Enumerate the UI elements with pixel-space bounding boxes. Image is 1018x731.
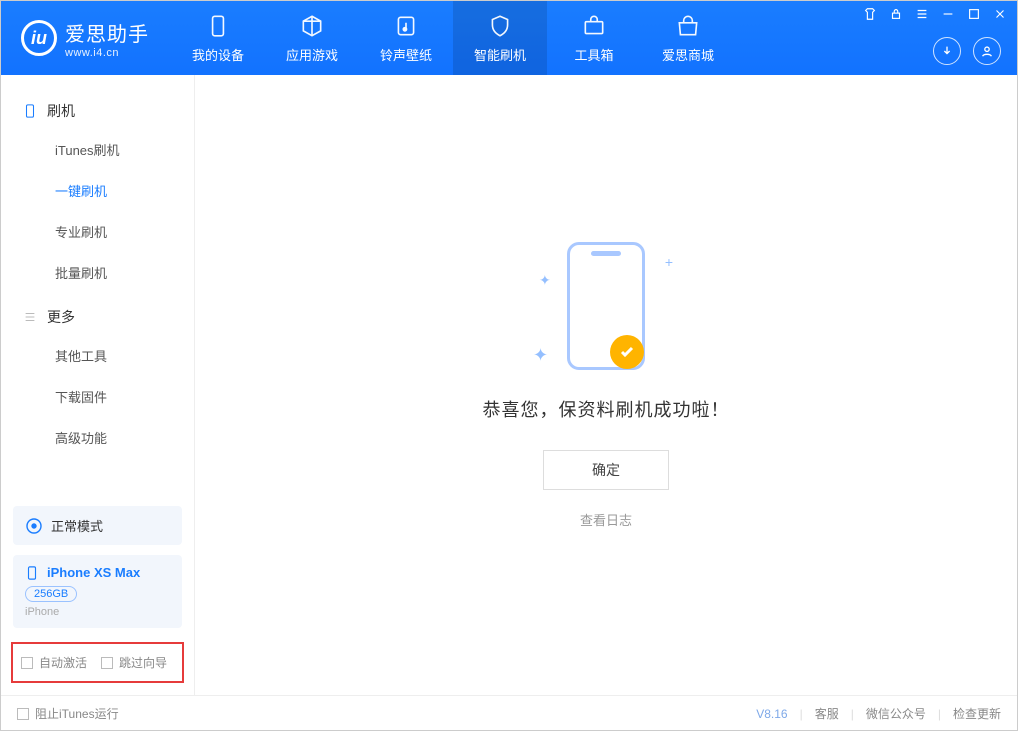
sparkle-icon: ✦ bbox=[533, 345, 548, 366]
sidebar-group-more: 更多 bbox=[1, 299, 194, 335]
main-nav: 我的设备 应用游戏 铃声壁纸 智能刷机 工具箱 爱思商城 bbox=[171, 1, 735, 75]
checkbox-icon bbox=[101, 657, 113, 669]
minimize-button[interactable] bbox=[941, 7, 955, 21]
mode-card[interactable]: 正常模式 bbox=[13, 506, 182, 545]
device-type: iPhone bbox=[25, 606, 170, 618]
phone-outline-icon bbox=[23, 104, 37, 118]
menu-icon[interactable] bbox=[915, 7, 929, 21]
close-button[interactable] bbox=[993, 7, 1007, 21]
checkbox-label: 自动激活 bbox=[39, 654, 87, 671]
version-label: V8.16 bbox=[756, 707, 787, 721]
phone-icon bbox=[205, 13, 231, 39]
device-name: iPhone XS Max bbox=[47, 565, 140, 580]
sparkle-icon: ✦ bbox=[539, 272, 551, 289]
nav-ringtones[interactable]: 铃声壁纸 bbox=[359, 1, 453, 75]
nav-my-device[interactable]: 我的设备 bbox=[171, 1, 265, 75]
toolbox-icon bbox=[581, 13, 607, 39]
checkbox-block-itunes[interactable]: 阻止iTunes运行 bbox=[17, 705, 119, 722]
app-name: 爱思助手 bbox=[65, 18, 149, 47]
sidebar-group-flash: 刷机 bbox=[1, 93, 194, 129]
list-icon bbox=[23, 310, 37, 324]
sidebar-group-title: 刷机 bbox=[47, 101, 75, 121]
sidebar-item-advanced[interactable]: 高级功能 bbox=[1, 417, 194, 458]
nav-label: 爱思商城 bbox=[662, 45, 714, 64]
store-icon bbox=[675, 13, 701, 39]
download-button[interactable] bbox=[933, 37, 961, 65]
titlebar: iu 爱思助手 www.i4.cn 我的设备 应用游戏 铃声壁纸 智能刷机 工具… bbox=[1, 1, 1017, 75]
window-controls bbox=[863, 7, 1007, 21]
nav-label: 铃声壁纸 bbox=[380, 45, 432, 64]
lock-icon[interactable] bbox=[889, 7, 903, 21]
view-log-link[interactable]: 查看日志 bbox=[580, 510, 632, 529]
nav-toolbox[interactable]: 工具箱 bbox=[547, 1, 641, 75]
nav-store[interactable]: 爱思商城 bbox=[641, 1, 735, 75]
sidebar: 刷机 iTunes刷机 一键刷机 专业刷机 批量刷机 更多 其他工具 下载固件 … bbox=[1, 75, 195, 695]
logo-icon: iu bbox=[21, 20, 57, 56]
device-card[interactable]: iPhone XS Max 256GB iPhone bbox=[13, 555, 182, 628]
sidebar-item-itunes-flash[interactable]: iTunes刷机 bbox=[1, 129, 194, 170]
ok-button[interactable]: 确定 bbox=[543, 450, 669, 490]
sidebar-item-pro-flash[interactable]: 专业刷机 bbox=[1, 211, 194, 252]
nav-label: 工具箱 bbox=[574, 45, 613, 64]
shield-icon bbox=[487, 13, 513, 39]
app-url: www.i4.cn bbox=[65, 47, 149, 59]
checkbox-label: 阻止iTunes运行 bbox=[35, 705, 119, 722]
maximize-button[interactable] bbox=[967, 7, 981, 21]
tshirt-icon[interactable] bbox=[863, 7, 877, 21]
app-logo: iu 爱思助手 www.i4.cn bbox=[1, 18, 171, 59]
device-capacity: 256GB bbox=[25, 586, 77, 602]
link-service[interactable]: 客服 bbox=[815, 705, 839, 722]
sparkle-icon: + bbox=[665, 254, 673, 270]
sidebar-item-download-firmware[interactable]: 下载固件 bbox=[1, 376, 194, 417]
success-message: 恭喜您，保资料刷机成功啦！ bbox=[483, 396, 730, 422]
checkbox-auto-activate[interactable]: 自动激活 bbox=[21, 654, 87, 671]
account-button[interactable] bbox=[973, 37, 1001, 65]
device-phone-icon bbox=[25, 566, 39, 580]
mode-label: 正常模式 bbox=[51, 516, 103, 535]
phone-illustration-icon bbox=[567, 242, 645, 370]
cube-icon bbox=[299, 13, 325, 39]
options-highlight: 自动激活 跳过向导 bbox=[11, 642, 184, 683]
nav-flash[interactable]: 智能刷机 bbox=[453, 1, 547, 75]
nav-apps[interactable]: 应用游戏 bbox=[265, 1, 359, 75]
checkbox-skip-guide[interactable]: 跳过向导 bbox=[101, 654, 167, 671]
link-wechat[interactable]: 微信公众号 bbox=[866, 705, 926, 722]
note-icon bbox=[393, 13, 419, 39]
success-illustration: ✦ + ✦ bbox=[551, 242, 661, 372]
nav-label: 智能刷机 bbox=[474, 45, 526, 64]
sidebar-item-batch-flash[interactable]: 批量刷机 bbox=[1, 252, 194, 293]
checkbox-icon bbox=[17, 708, 29, 720]
checkbox-icon bbox=[21, 657, 33, 669]
sidebar-group-title: 更多 bbox=[47, 307, 75, 327]
header-actions bbox=[933, 37, 1001, 65]
main-content: ✦ + ✦ 恭喜您，保资料刷机成功啦！ 确定 查看日志 bbox=[195, 75, 1017, 695]
checkbox-label: 跳过向导 bbox=[119, 654, 167, 671]
statusbar: 阻止iTunes运行 V8.16 | 客服 | 微信公众号 | 检查更新 bbox=[1, 695, 1017, 731]
link-update[interactable]: 检查更新 bbox=[953, 705, 1001, 722]
mode-icon bbox=[25, 517, 43, 535]
nav-label: 应用游戏 bbox=[286, 45, 338, 64]
sidebar-item-oneclick-flash[interactable]: 一键刷机 bbox=[1, 170, 194, 211]
check-badge-icon bbox=[610, 335, 644, 369]
sidebar-item-other-tools[interactable]: 其他工具 bbox=[1, 335, 194, 376]
nav-label: 我的设备 bbox=[192, 45, 244, 64]
